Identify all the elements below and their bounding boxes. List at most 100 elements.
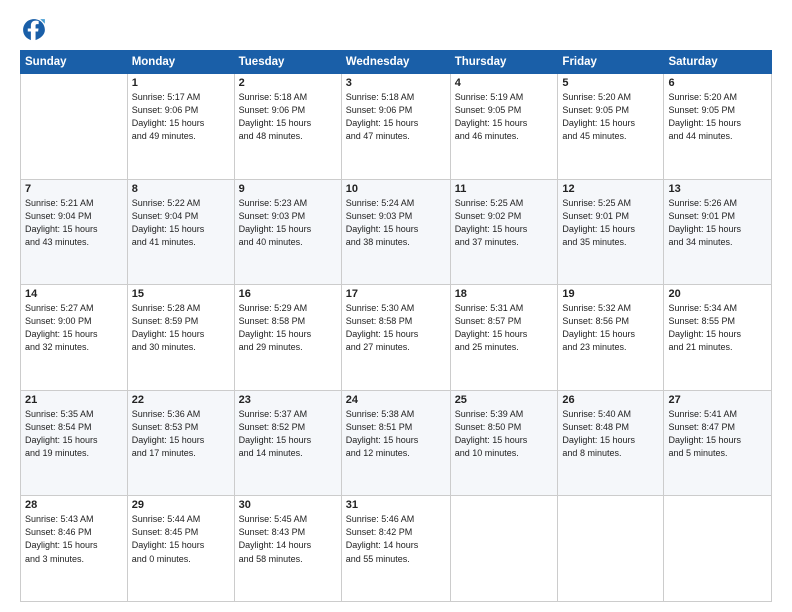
- day-cell: 4 Sunrise: 5:19 AM Sunset: 9:05 PM Daylig…: [450, 74, 558, 180]
- day-number: 1: [132, 77, 230, 89]
- day-cell: 8 Sunrise: 5:22 AM Sunset: 9:04 PM Daylig…: [127, 179, 234, 285]
- week-row-1: 1 Sunrise: 5:17 AM Sunset: 9:06 PM Daylig…: [21, 74, 772, 180]
- day-cell: 12 Sunrise: 5:25 AM Sunset: 9:01 PM Dayli…: [558, 179, 664, 285]
- day-cell: [558, 496, 664, 602]
- day-number: 17: [346, 288, 446, 300]
- header: [20, 16, 772, 44]
- day-cell: 1 Sunrise: 5:17 AM Sunset: 9:06 PM Daylig…: [127, 74, 234, 180]
- day-cell: 3 Sunrise: 5:18 AM Sunset: 9:06 PM Daylig…: [341, 74, 450, 180]
- day-number: 26: [562, 394, 659, 406]
- day-number: 16: [239, 288, 337, 300]
- day-info: Sunrise: 5:34 AM Sunset: 8:55 PM Dayligh…: [668, 302, 767, 354]
- day-info: Sunrise: 5:32 AM Sunset: 8:56 PM Dayligh…: [562, 302, 659, 354]
- day-info: Sunrise: 5:17 AM Sunset: 9:06 PM Dayligh…: [132, 91, 230, 143]
- day-info: Sunrise: 5:26 AM Sunset: 9:01 PM Dayligh…: [668, 197, 767, 249]
- day-number: 6: [668, 77, 767, 89]
- day-info: Sunrise: 5:22 AM Sunset: 9:04 PM Dayligh…: [132, 197, 230, 249]
- day-cell: 7 Sunrise: 5:21 AM Sunset: 9:04 PM Daylig…: [21, 179, 128, 285]
- day-number: 18: [455, 288, 554, 300]
- day-cell: 13 Sunrise: 5:26 AM Sunset: 9:01 PM Dayli…: [664, 179, 772, 285]
- day-number: 24: [346, 394, 446, 406]
- day-number: 20: [668, 288, 767, 300]
- day-info: Sunrise: 5:25 AM Sunset: 9:02 PM Dayligh…: [455, 197, 554, 249]
- day-cell: 14Sunrise: 5:27 AM Sunset: 9:00 PM Dayli…: [21, 285, 128, 391]
- day-cell: 31 Sunrise: 5:46 AM Sunset: 8:42 PM Dayli…: [341, 496, 450, 602]
- day-cell: 22Sunrise: 5:36 AM Sunset: 8:53 PM Dayli…: [127, 390, 234, 496]
- day-info: Sunrise: 5:20 AM Sunset: 9:05 PM Dayligh…: [562, 91, 659, 143]
- day-number: 12: [562, 183, 659, 195]
- day-info: Sunrise: 5:24 AM Sunset: 9:03 PM Dayligh…: [346, 197, 446, 249]
- day-number: 28: [25, 499, 123, 511]
- day-info: Sunrise: 5:31 AM Sunset: 8:57 PM Dayligh…: [455, 302, 554, 354]
- logo-icon: [20, 16, 48, 44]
- day-number: 8: [132, 183, 230, 195]
- day-info: Sunrise: 5:35 AM Sunset: 8:54 PM Dayligh…: [25, 408, 123, 460]
- day-cell: 18 Sunrise: 5:31 AM Sunset: 8:57 PM Dayli…: [450, 285, 558, 391]
- day-cell: 5 Sunrise: 5:20 AM Sunset: 9:05 PM Daylig…: [558, 74, 664, 180]
- day-info: Sunrise: 5:43 AM Sunset: 8:46 PM Dayligh…: [25, 513, 123, 565]
- day-info: Sunrise: 5:20 AM Sunset: 9:05 PM Dayligh…: [668, 91, 767, 143]
- day-info: Sunrise: 5:38 AM Sunset: 8:51 PM Dayligh…: [346, 408, 446, 460]
- day-number: 21: [25, 394, 123, 406]
- day-info: Sunrise: 5:44 AM Sunset: 8:45 PM Dayligh…: [132, 513, 230, 565]
- day-cell: 11 Sunrise: 5:25 AM Sunset: 9:02 PM Dayli…: [450, 179, 558, 285]
- day-number: 31: [346, 499, 446, 511]
- day-number: 30: [239, 499, 337, 511]
- day-info: Sunrise: 5:21 AM Sunset: 9:04 PM Dayligh…: [25, 197, 123, 249]
- day-info: Sunrise: 5:45 AM Sunset: 8:43 PM Dayligh…: [239, 513, 337, 565]
- day-number: 27: [668, 394, 767, 406]
- day-number: 19: [562, 288, 659, 300]
- day-cell: [21, 74, 128, 180]
- day-cell: 16 Sunrise: 5:29 AM Sunset: 8:58 PM Dayli…: [234, 285, 341, 391]
- calendar-page: SundayMondayTuesdayWednesdayThursdayFrid…: [0, 0, 792, 612]
- day-cell: 9 Sunrise: 5:23 AM Sunset: 9:03 PM Daylig…: [234, 179, 341, 285]
- header-cell-wednesday: Wednesday: [341, 51, 450, 74]
- day-number: 29: [132, 499, 230, 511]
- day-number: 23: [239, 394, 337, 406]
- day-number: 7: [25, 183, 123, 195]
- day-info: Sunrise: 5:46 AM Sunset: 8:42 PM Dayligh…: [346, 513, 446, 565]
- day-cell: 6 Sunrise: 5:20 AM Sunset: 9:05 PM Daylig…: [664, 74, 772, 180]
- calendar-table: SundayMondayTuesdayWednesdayThursdayFrid…: [20, 50, 772, 602]
- header-cell-saturday: Saturday: [664, 51, 772, 74]
- day-cell: [664, 496, 772, 602]
- day-cell: 29 Sunrise: 5:44 AM Sunset: 8:45 PM Dayli…: [127, 496, 234, 602]
- day-cell: 17Sunrise: 5:30 AM Sunset: 8:58 PM Dayli…: [341, 285, 450, 391]
- day-cell: 25 Sunrise: 5:39 AM Sunset: 8:50 PM Dayli…: [450, 390, 558, 496]
- day-info: Sunrise: 5:41 AM Sunset: 8:47 PM Dayligh…: [668, 408, 767, 460]
- day-number: 4: [455, 77, 554, 89]
- day-info: Sunrise: 5:39 AM Sunset: 8:50 PM Dayligh…: [455, 408, 554, 460]
- day-number: 10: [346, 183, 446, 195]
- day-cell: 21 Sunrise: 5:35 AM Sunset: 8:54 PM Dayli…: [21, 390, 128, 496]
- day-info: Sunrise: 5:18 AM Sunset: 9:06 PM Dayligh…: [346, 91, 446, 143]
- week-row-4: 21 Sunrise: 5:35 AM Sunset: 8:54 PM Dayli…: [21, 390, 772, 496]
- day-info: Sunrise: 5:25 AM Sunset: 9:01 PM Dayligh…: [562, 197, 659, 249]
- day-cell: 15 Sunrise: 5:28 AM Sunset: 8:59 PM Dayli…: [127, 285, 234, 391]
- day-info: Sunrise: 5:29 AM Sunset: 8:58 PM Dayligh…: [239, 302, 337, 354]
- week-row-2: 7 Sunrise: 5:21 AM Sunset: 9:04 PM Daylig…: [21, 179, 772, 285]
- day-number: 9: [239, 183, 337, 195]
- day-info: Sunrise: 5:19 AM Sunset: 9:05 PM Dayligh…: [455, 91, 554, 143]
- day-info: Sunrise: 5:36 AM Sunset: 8:53 PM Dayligh…: [132, 408, 230, 460]
- day-info: Sunrise: 5:40 AM Sunset: 8:48 PM Dayligh…: [562, 408, 659, 460]
- day-number: 2: [239, 77, 337, 89]
- day-number: 11: [455, 183, 554, 195]
- day-cell: 19 Sunrise: 5:32 AM Sunset: 8:56 PM Dayli…: [558, 285, 664, 391]
- day-number: 15: [132, 288, 230, 300]
- day-cell: 20 Sunrise: 5:34 AM Sunset: 8:55 PM Dayli…: [664, 285, 772, 391]
- header-cell-thursday: Thursday: [450, 51, 558, 74]
- day-cell: 28 Sunrise: 5:43 AM Sunset: 8:46 PM Dayli…: [21, 496, 128, 602]
- day-info: Sunrise: 5:23 AM Sunset: 9:03 PM Dayligh…: [239, 197, 337, 249]
- logo: [20, 16, 50, 44]
- day-number: 5: [562, 77, 659, 89]
- header-row: SundayMondayTuesdayWednesdayThursdayFrid…: [21, 51, 772, 74]
- day-number: 25: [455, 394, 554, 406]
- day-cell: 26 Sunrise: 5:40 AM Sunset: 8:48 PM Dayli…: [558, 390, 664, 496]
- day-number: 14: [25, 288, 123, 300]
- week-row-5: 28 Sunrise: 5:43 AM Sunset: 8:46 PM Dayli…: [21, 496, 772, 602]
- day-info: Sunrise: 5:28 AM Sunset: 8:59 PM Dayligh…: [132, 302, 230, 354]
- day-cell: [450, 496, 558, 602]
- day-number: 13: [668, 183, 767, 195]
- header-cell-tuesday: Tuesday: [234, 51, 341, 74]
- day-number: 3: [346, 77, 446, 89]
